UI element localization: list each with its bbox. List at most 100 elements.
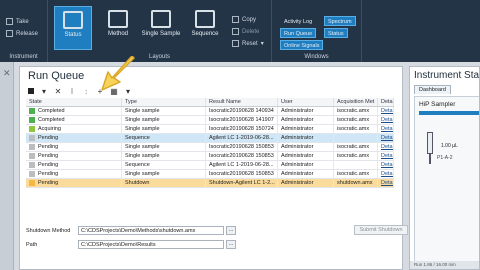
path-row: Path C:\CDSProjects\Demo\Results ... — [26, 239, 236, 250]
shutdown-method-field[interactable]: C:\CDSProjects\Demo\Methods\shutdown.amx — [78, 226, 224, 235]
run-queue-panel: Run Queue ▾ ✕ ‖ ↕ + ▦ ▾ State Type Resul… — [19, 66, 408, 270]
shutdown-method-label: Shutdown Method — [26, 227, 71, 234]
single-sample-layout-icon — [151, 10, 171, 28]
instrument-group-label: Instrument — [9, 54, 38, 60]
state-color-chip — [29, 126, 35, 132]
window-activity-log[interactable]: Activity Log — [280, 16, 316, 26]
state-label: Pending — [38, 143, 59, 150]
stop-icon[interactable] — [28, 88, 34, 94]
layout-sequence-button[interactable]: Sequence — [188, 6, 222, 50]
path-field[interactable]: C:\CDSProjects\Demo\Results — [78, 240, 224, 249]
browse-method-button[interactable]: ... — [226, 226, 236, 235]
table-row[interactable]: Acquiring Single sample Isocratic20190628 … — [26, 125, 394, 134]
window-online-signals[interactable]: Online Signals — [280, 40, 324, 50]
col-state[interactable]: State — [26, 98, 122, 106]
release-button[interactable]: Release — [6, 30, 38, 37]
result-name-cell: Agilent LC 1-2019-06-28... — [206, 134, 278, 142]
result-name-cell: Isocratic20190628 140934 — [206, 107, 278, 115]
move-icon[interactable]: ↕ — [82, 87, 90, 96]
state-color-chip — [29, 180, 35, 186]
shutdown-method-row: Shutdown Method C:\CDSProjects\Demo\Meth… — [26, 225, 236, 236]
cancel-icon[interactable]: ✕ — [54, 87, 62, 96]
browse-path-button[interactable]: ... — [226, 240, 236, 249]
result-name-cell: Isocratic20190628 150724 — [206, 125, 278, 133]
details-link[interactable]: Details — [378, 125, 394, 133]
tab-dashboard[interactable]: Dashboard — [414, 85, 451, 94]
method-cell: isocratic.amx — [334, 107, 378, 115]
layouts-group-label: Layouts — [148, 54, 170, 60]
state-color-chip — [29, 117, 35, 123]
window-status[interactable]: Status — [324, 28, 348, 38]
left-collapsed-pane: ✕ — [0, 62, 14, 270]
window-run-queue[interactable]: Run Queue — [280, 28, 317, 38]
submit-shutdown-button[interactable]: Submit Shutdown — [354, 225, 408, 235]
table-row[interactable]: Completed Single sample Isocratic20190628 … — [26, 116, 394, 125]
needle-icon — [429, 154, 431, 164]
chevron-down-icon: ▾ — [260, 41, 264, 47]
col-type[interactable]: Type — [122, 98, 206, 106]
result-name-cell: Isocratic20190628 141907 — [206, 116, 278, 124]
type-cell: Single sample — [122, 152, 206, 160]
state-cell: Completed — [26, 107, 122, 115]
type-cell: Single sample — [122, 107, 206, 115]
delete-layout-button[interactable]: Delete — [232, 28, 259, 35]
method-cell — [334, 134, 378, 142]
reset-layout-button[interactable]: Reset ▾ — [232, 40, 264, 47]
details-link[interactable]: Details — [378, 143, 394, 151]
table-row[interactable]: Pending Single sample Isocratic20190628 15… — [26, 152, 394, 161]
vial-position: P1-A-2 — [437, 155, 453, 161]
result-name-cell: Isocratic20190628 150853 — [206, 170, 278, 178]
details-link[interactable]: Details — [378, 179, 394, 187]
type-cell: Single sample — [122, 170, 206, 178]
pause-icon[interactable]: ‖ — [68, 87, 76, 96]
state-cell: Pending — [26, 143, 122, 151]
table-row[interactable]: Pending Single sample Isocratic20190628 15… — [26, 143, 394, 152]
take-button[interactable]: Take — [6, 18, 29, 25]
delete-icon — [232, 28, 239, 35]
layout-method-button[interactable]: Method — [98, 6, 138, 50]
dashboard-box: HiP Sampler 1.00 µL P1-A-2 — [414, 96, 479, 268]
details-link[interactable]: Details — [378, 161, 394, 169]
method-cell: isocratic.amx — [334, 143, 378, 151]
close-icon[interactable]: ✕ — [3, 68, 11, 79]
state-color-chip — [29, 144, 35, 150]
run-progress-footer: Run 1.86 / 16.00 min — [410, 261, 479, 269]
release-icon — [6, 30, 13, 37]
table-row[interactable]: Pending Shutdown Shutdown-Agilent LC 1-2..… — [26, 179, 394, 188]
col-acquisition-method[interactable]: Acquisition Met — [334, 98, 378, 106]
state-label: Pending — [38, 152, 59, 159]
details-link[interactable]: Details — [378, 116, 394, 124]
details-link[interactable]: Details — [378, 107, 394, 115]
state-label: Pending — [38, 161, 59, 168]
copy-layout-button[interactable]: Copy — [232, 16, 256, 23]
col-details[interactable]: Details — [378, 98, 394, 106]
run-queue-table: State Type Result Name User Acquisition … — [26, 98, 394, 188]
details-link[interactable]: Details — [378, 134, 394, 142]
details-link[interactable]: Details — [378, 170, 394, 178]
result-name-cell: Shutdown-Agilent LC 1-2... — [206, 179, 278, 187]
details-link[interactable]: Details — [378, 152, 394, 160]
windows-group-label: Windows — [304, 54, 329, 60]
method-cell: shutdown.amx — [334, 179, 378, 187]
col-result-name[interactable]: Result Name — [206, 98, 278, 106]
method-cell: isocratic.amx — [334, 125, 378, 133]
state-color-chip — [29, 135, 35, 141]
state-cell: Pending — [26, 179, 122, 187]
layout-status-button[interactable]: Status — [54, 6, 92, 50]
layout-single-sample-button[interactable]: Single Sample — [140, 6, 182, 50]
state-color-chip — [29, 153, 35, 159]
table-row[interactable]: Pending Single sample Isocratic20190628 15… — [26, 170, 394, 179]
injection-volume: 1.00 µL — [441, 143, 458, 149]
ribbon: Take Release Instrument Status Method Si… — [0, 0, 480, 62]
window-spectrum[interactable]: Spectrum — [324, 16, 356, 26]
table-row[interactable]: Pending Sequence Agilent LC 1-2019-06-28..… — [26, 161, 394, 170]
table-row[interactable]: Completed Single sample Isocratic20190628 … — [26, 107, 394, 116]
method-cell — [334, 161, 378, 169]
take-icon — [6, 18, 13, 25]
state-label: Acquiring — [38, 125, 61, 132]
col-user[interactable]: User — [278, 98, 334, 106]
stop-dropdown-icon[interactable]: ▾ — [40, 87, 48, 96]
state-label: Pending — [38, 134, 59, 141]
state-label: Completed — [38, 107, 65, 114]
table-row[interactable]: Pending Sequence Agilent LC 1-2019-06-28..… — [26, 134, 394, 143]
